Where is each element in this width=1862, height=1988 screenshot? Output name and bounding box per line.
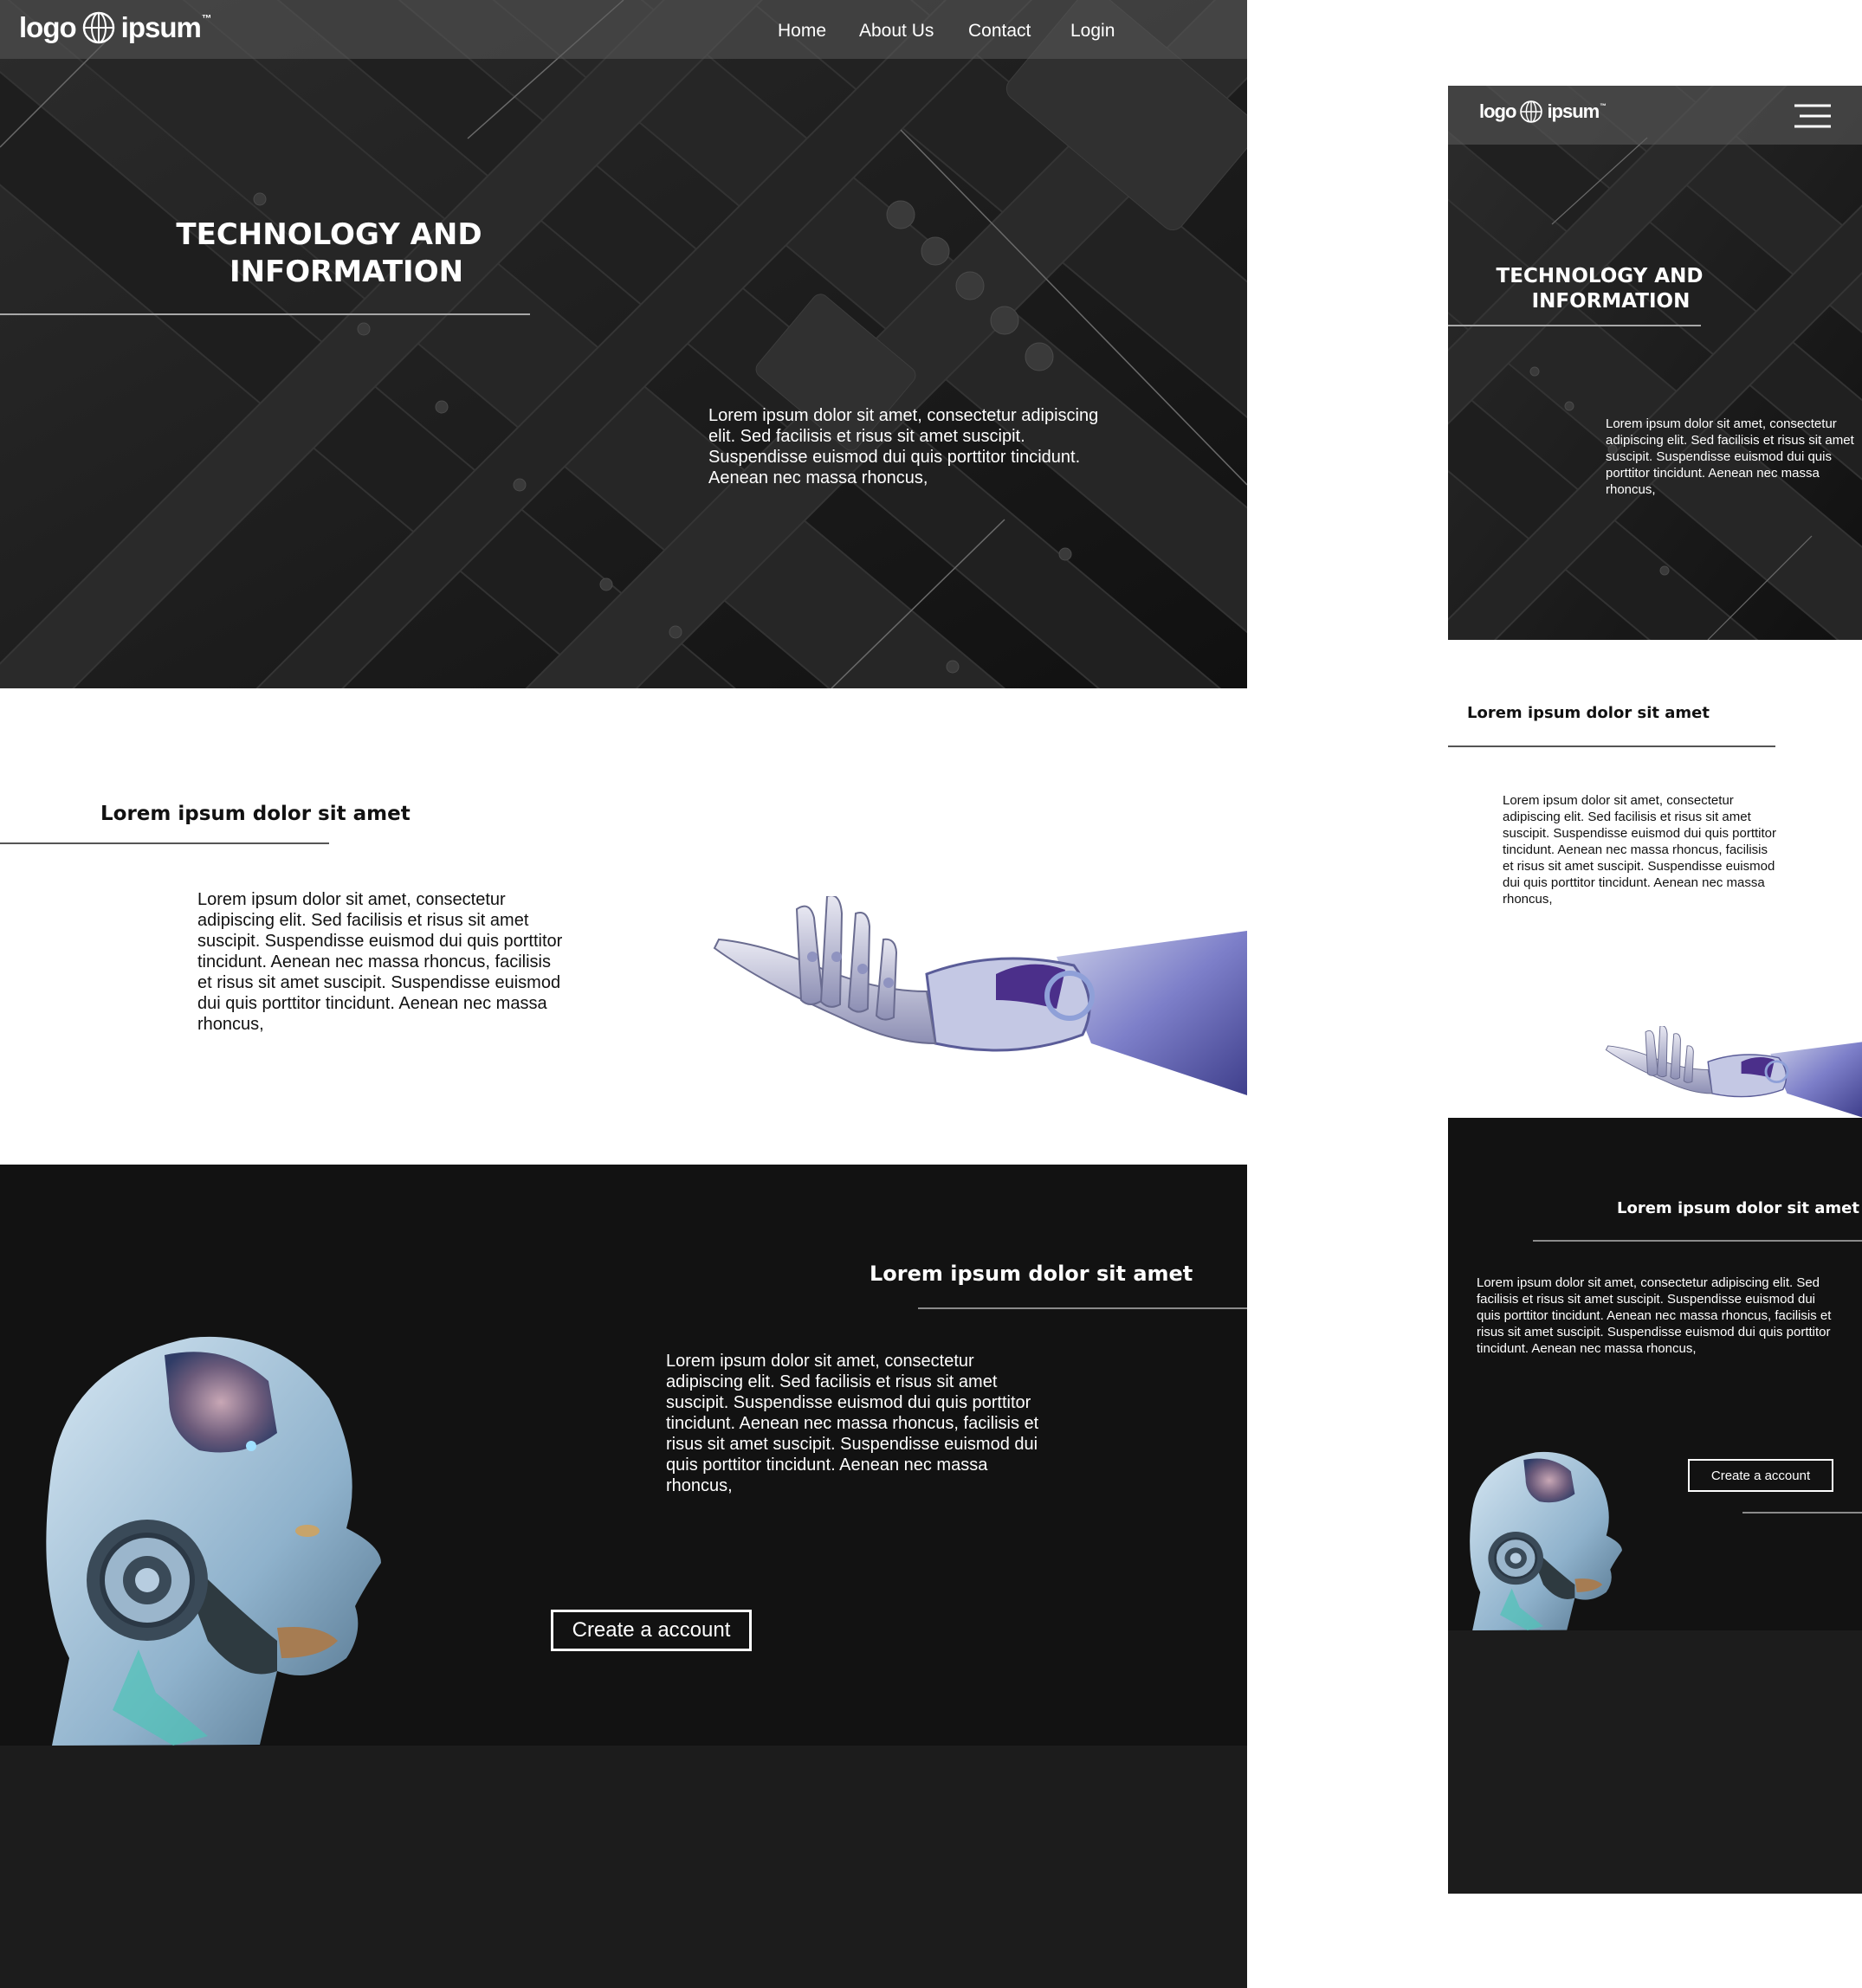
mobile-robot-hand-image — [1605, 1026, 1862, 1118]
mobile-signup-text: Lorem ipsum dolor sit amet, consectetur … — [1477, 1275, 1832, 1356]
mobile-create-account-button[interactable]: Create a account — [1688, 1459, 1833, 1492]
hero-section: logo ipsum ™ Home About Us Contact Login … — [0, 0, 1247, 688]
mobile-footer-area — [1448, 1630, 1862, 1894]
intro-heading: Lorem ipsum dolor sit amet — [100, 803, 411, 825]
intro-text: Lorem ipsum dolor sit amet, consectetur … — [197, 890, 563, 1034]
mobile-brand-logo[interactable]: logo ipsum ™ — [1479, 100, 1607, 124]
hero-title-line1: TECHNOLOGY AND — [176, 217, 482, 252]
nav-link-contact[interactable]: Contact — [968, 21, 1031, 42]
hamburger-menu-icon[interactable] — [1793, 103, 1833, 129]
hero-description: Lorem ipsum dolor sit amet, consectetur … — [708, 406, 1099, 487]
trademark-icon: ™ — [201, 13, 212, 24]
signup-heading: Lorem ipsum dolor sit amet — [870, 1262, 1193, 1286]
mobile-layout: logo ipsum ™ TECHNOLOGY AND INFORMATION L… — [1448, 86, 1862, 1894]
mobile-signup-cta-divider — [1742, 1512, 1862, 1514]
mobile-signup-section: Lorem ipsum dolor sit amet Lorem ipsum d… — [1448, 1118, 1862, 1630]
nav-link-home[interactable]: Home — [778, 21, 826, 42]
trademark-icon: ™ — [1600, 101, 1607, 110]
hero-background-pattern — [0, 0, 1247, 688]
logo-text-left: logo — [19, 11, 77, 43]
intro-section: Lorem ipsum dolor sit amet Lorem ipsum d… — [0, 688, 1247, 1165]
mobile-hero-description: Lorem ipsum dolor sit amet, consectetur … — [1606, 416, 1854, 497]
hero-title-line2: INFORMATION — [1531, 289, 1691, 313]
mobile-navigation-bar: logo ipsum ™ — [1448, 86, 1862, 145]
mobile-intro-heading: Lorem ipsum dolor sit amet — [1467, 704, 1710, 722]
signup-divider — [918, 1307, 1247, 1309]
mobile-intro-text: Lorem ipsum dolor sit amet, consectetur … — [1503, 793, 1776, 907]
intro-divider — [0, 842, 329, 844]
logo-text-right: ipsum — [120, 11, 202, 43]
nav-link-login[interactable]: Login — [1070, 21, 1115, 42]
mobile-hero-section: logo ipsum ™ TECHNOLOGY AND INFORMATION L… — [1448, 86, 1862, 640]
globe-icon — [82, 11, 114, 44]
robot-head-image — [46, 1336, 381, 1746]
mobile-signup-heading: Lorem ipsum dolor sit amet — [1617, 1199, 1859, 1217]
logo-text-right: ipsum — [1547, 100, 1600, 122]
signup-text: Lorem ipsum dolor sit amet, consectetur … — [666, 1352, 1039, 1495]
brand-logo[interactable]: logo ipsum ™ — [19, 10, 212, 45]
hero-title: TECHNOLOGY AND INFORMATION — [147, 216, 511, 290]
mobile-intro-section: Lorem ipsum dolor sit amet Lorem ipsum d… — [1448, 640, 1862, 1118]
mobile-hero-background-pattern — [1448, 86, 1862, 640]
mobile-signup-divider — [1533, 1240, 1862, 1242]
create-account-button[interactable]: Create a account — [551, 1610, 752, 1651]
nav-link-about-us[interactable]: About Us — [859, 21, 934, 42]
top-navigation-bar: logo ipsum ™ Home About Us Contact Login — [0, 0, 1247, 59]
mobile-intro-divider — [1448, 746, 1775, 747]
robot-hand-image — [713, 896, 1247, 1095]
hero-title-line1: TECHNOLOGY AND — [1496, 265, 1704, 287]
desktop-layout: logo ipsum ™ Home About Us Contact Login … — [0, 0, 1247, 1988]
mobile-hero-title: TECHNOLOGY AND INFORMATION — [1474, 264, 1725, 314]
mobile-robot-head-image — [1470, 1451, 1622, 1630]
mobile-hero-title-divider — [1448, 325, 1701, 326]
hero-title-divider — [0, 313, 530, 315]
logo-text-left: logo — [1479, 100, 1516, 122]
hero-title-line2: INFORMATION — [229, 254, 464, 289]
globe-icon — [1520, 100, 1543, 123]
signup-section: Lorem ipsum dolor sit amet Lorem ipsum d… — [0, 1165, 1247, 1746]
footer-area — [0, 1746, 1247, 1988]
